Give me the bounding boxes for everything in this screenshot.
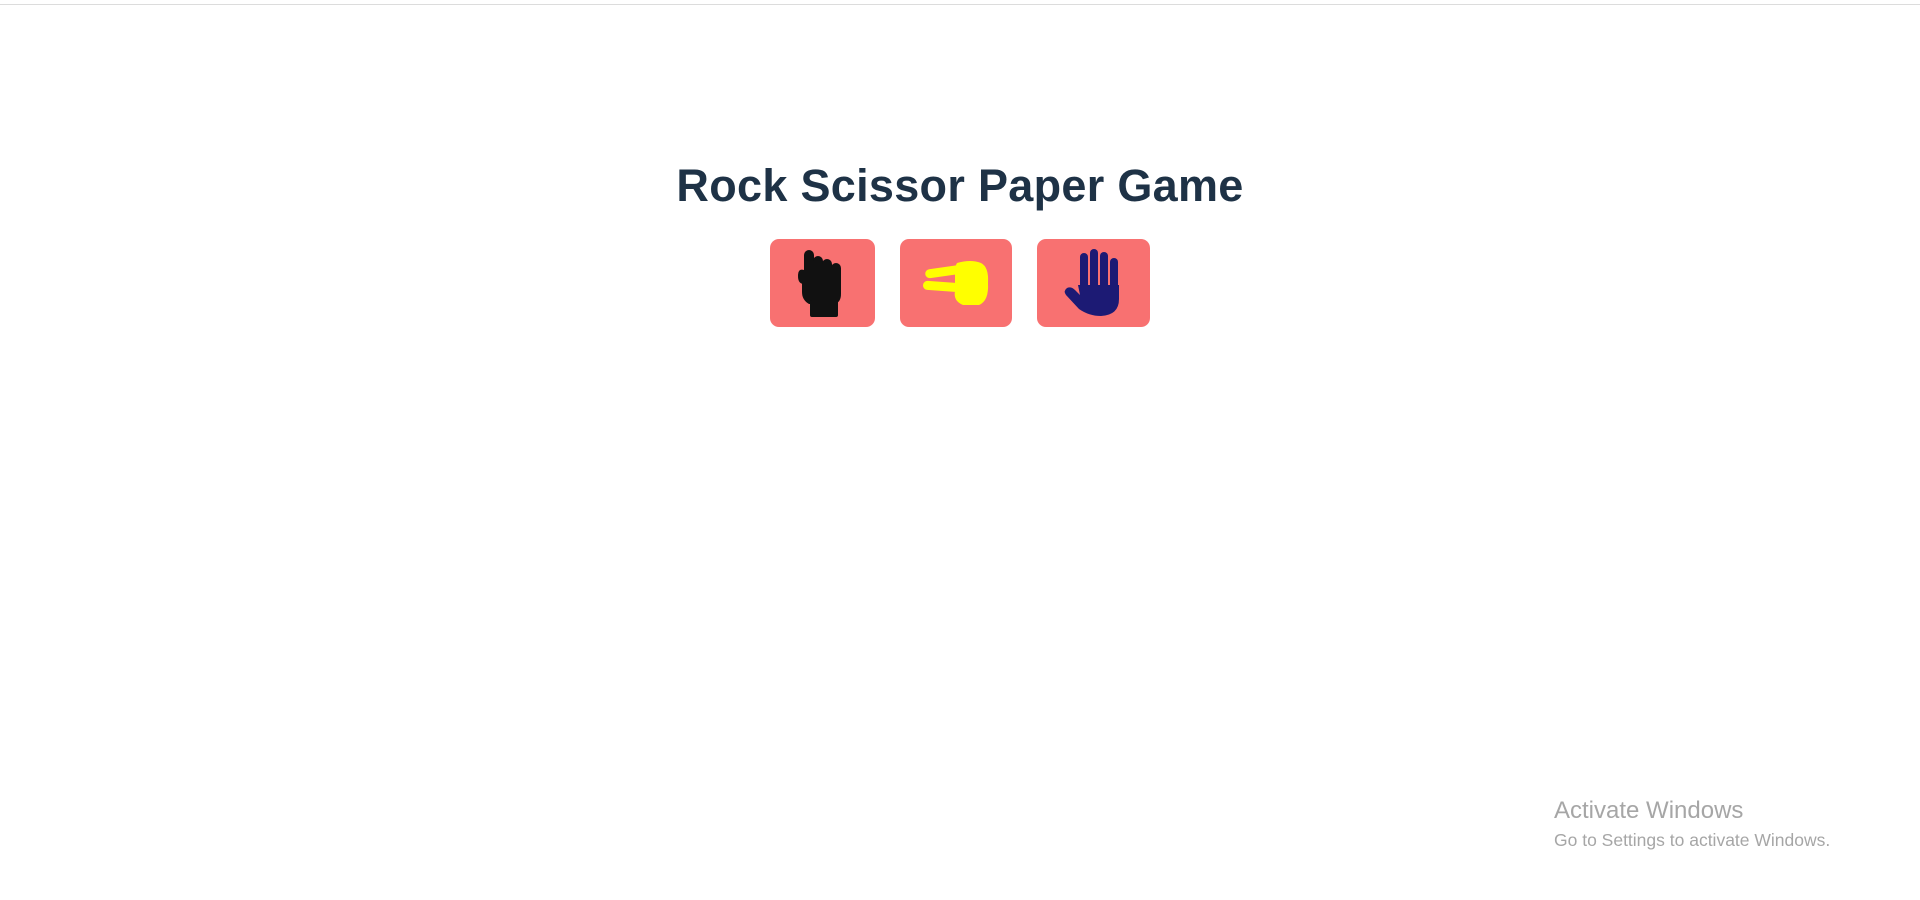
scissors-hand-icon — [923, 255, 989, 311]
paper-button[interactable] — [1037, 239, 1150, 327]
fist-icon — [795, 248, 851, 318]
top-divider — [0, 0, 1920, 5]
choice-buttons — [0, 239, 1920, 327]
rock-button[interactable] — [770, 239, 875, 327]
scissor-button[interactable] — [900, 239, 1012, 327]
activate-windows-watermark: Activate Windows Go to Settings to activ… — [1554, 796, 1830, 852]
page-title: Rock Scissor Paper Game — [676, 160, 1244, 211]
watermark-title: Activate Windows — [1554, 797, 1744, 824]
open-hand-icon — [1063, 249, 1125, 317]
watermark-subtitle: Go to Settings to activate Windows. — [1554, 830, 1831, 850]
